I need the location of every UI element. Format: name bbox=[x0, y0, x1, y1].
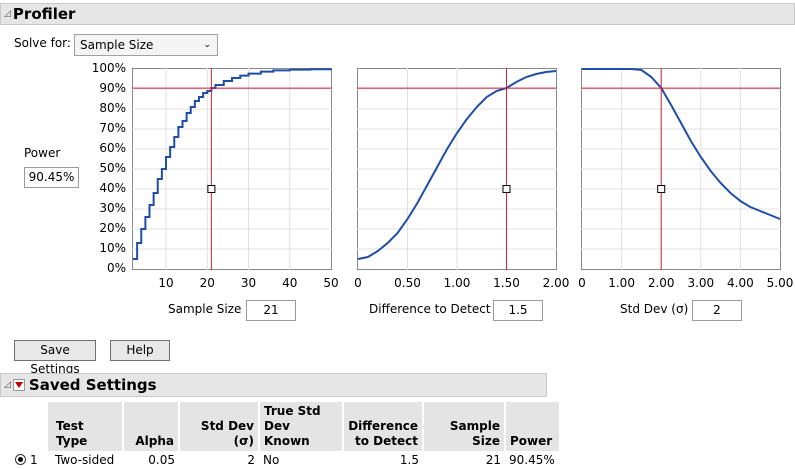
y-tick-label: 100% bbox=[91, 61, 126, 75]
col-header-alpha: Alpha bbox=[122, 402, 179, 451]
col-header-power: Power bbox=[504, 402, 559, 451]
row-select-cell[interactable]: 1 bbox=[13, 451, 47, 469]
row-number: 1 bbox=[30, 453, 38, 467]
x-tick-label: 1.00 bbox=[608, 276, 635, 290]
x-tick-label: 1.00 bbox=[443, 276, 471, 290]
x-tick-label: 30 bbox=[240, 276, 257, 290]
drag-handle[interactable] bbox=[207, 185, 216, 193]
y-tick-label: 70% bbox=[99, 121, 126, 135]
y-tick-label: 40% bbox=[99, 181, 126, 195]
sample-size-profile-chart[interactable] bbox=[132, 68, 332, 270]
solve-for-label: Solve for: bbox=[14, 36, 71, 50]
y-tick-label: 10% bbox=[99, 241, 126, 255]
x-tick-label: 10 bbox=[158, 276, 174, 290]
col-header-std-dev: Std Dev (σ) bbox=[178, 402, 259, 451]
factor-label-std-dev: Std Dev (σ) bbox=[620, 302, 689, 316]
y-tick-label: 30% bbox=[99, 201, 126, 215]
factor-label-sample-size: Sample Size bbox=[168, 302, 242, 316]
save-settings-button[interactable]: Save Settings bbox=[14, 340, 96, 376]
y-tick-label: 0% bbox=[106, 261, 126, 275]
col-header-true-std-dev-known: True Std Dev Known bbox=[258, 402, 343, 451]
col-header-difference: Difference to Detect bbox=[342, 402, 423, 451]
saved-settings-title: Saved Settings bbox=[28, 376, 157, 394]
col-header-test-type: Test Type bbox=[46, 402, 123, 451]
col-header-true-std-dev-known-text: True Std Dev Known bbox=[264, 404, 321, 448]
collapse-triangle-icon[interactable]: ◿ bbox=[4, 9, 11, 19]
cell-test-type: Two-sided bbox=[55, 453, 115, 467]
x-tick-label: 40 bbox=[282, 276, 298, 290]
saved-settings-header[interactable]: ◿ Saved Settings bbox=[0, 373, 547, 397]
red-triangle-icon bbox=[14, 382, 23, 388]
collapse-triangle-icon[interactable]: ◿ bbox=[4, 380, 11, 390]
response-label: Power bbox=[24, 146, 61, 160]
solve-for-value: Sample Size bbox=[80, 38, 154, 52]
x-tick-label: 2.00 bbox=[647, 276, 675, 290]
x-tick-label: 50 bbox=[323, 276, 339, 290]
x-tick-label: 0.50 bbox=[394, 276, 421, 290]
response-value-box: 90.45% bbox=[24, 167, 79, 188]
saved-settings-table: Test Type Alpha Std Dev (σ) True Std Dev… bbox=[12, 402, 559, 469]
factor-value-std-dev[interactable]: 2 bbox=[692, 300, 742, 321]
radio-selected-icon[interactable] bbox=[15, 454, 26, 465]
x-tick-label: 2.00 bbox=[542, 276, 570, 290]
x-tick-label: 0 bbox=[578, 276, 586, 290]
help-button[interactable]: Help bbox=[110, 340, 170, 361]
profiler-header[interactable]: ◿ Profiler bbox=[0, 3, 795, 25]
cell-true-std-dev-known: No bbox=[263, 453, 280, 467]
std-dev-profile-chart[interactable] bbox=[581, 68, 781, 270]
drag-handle[interactable] bbox=[657, 185, 666, 193]
cell-power: 90.45% bbox=[509, 453, 555, 467]
y-tick-label: 60% bbox=[99, 141, 126, 155]
col-header-sample-size: Sample Size bbox=[422, 402, 505, 451]
drag-handle[interactable] bbox=[502, 185, 511, 193]
x-tick-label: 3.00 bbox=[687, 276, 715, 290]
y-tick-label: 20% bbox=[99, 221, 126, 235]
factor-value-sample-size[interactable]: 21 bbox=[246, 300, 296, 321]
x-tick-label: 0 bbox=[354, 276, 362, 290]
difference-profile-chart[interactable] bbox=[357, 68, 557, 270]
cell-sample-size: 21 bbox=[485, 453, 501, 467]
table-row[interactable]: 1 Two-sided 0.05 2 No 1.5 21 90.45% bbox=[13, 451, 559, 469]
x-tick-label: 5.00 bbox=[766, 276, 794, 290]
y-tick-label: 80% bbox=[99, 101, 126, 115]
factor-value-difference[interactable]: 1.5 bbox=[493, 300, 543, 321]
cell-alpha: 0.05 bbox=[148, 453, 175, 467]
cell-std-dev: 2 bbox=[247, 453, 255, 467]
chevron-down-icon: ⌄ bbox=[203, 40, 211, 50]
y-tick-label: 50% bbox=[99, 161, 126, 175]
factor-label-difference: Difference to Detect bbox=[369, 302, 491, 316]
solve-for-dropdown[interactable]: Sample Size ⌄ bbox=[74, 34, 218, 56]
red-triangle-menu-icon[interactable] bbox=[12, 379, 25, 391]
profiler-title: Profiler bbox=[12, 5, 76, 23]
table-header-row: Test Type Alpha Std Dev (σ) True Std Dev… bbox=[12, 402, 559, 451]
cell-difference: 1.5 bbox=[399, 453, 419, 467]
x-tick-label: 1.50 bbox=[493, 276, 520, 290]
y-tick-label: 90% bbox=[99, 81, 126, 95]
x-tick-label: 20 bbox=[199, 276, 215, 290]
x-tick-label: 4.00 bbox=[727, 276, 754, 290]
col-header-select bbox=[12, 402, 47, 451]
